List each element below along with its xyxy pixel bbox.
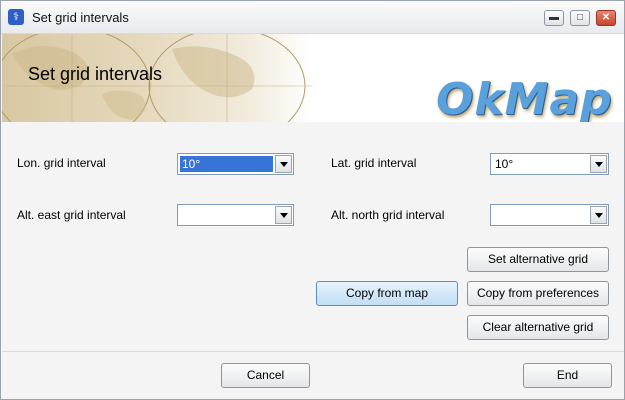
lon-grid-interval-combo[interactable]: 10° [177, 153, 294, 175]
dialog-window: ⚕ Set grid intervals ▬ □ ✕ Set grid inte… [0, 0, 625, 400]
alt-east-grid-interval-value[interactable] [180, 207, 273, 223]
alt-east-grid-interval-label: Alt. east grid interval [17, 208, 126, 222]
copy-from-preferences-button[interactable]: Copy from preferences [467, 281, 609, 306]
close-icon: ✕ [601, 12, 611, 23]
lat-grid-interval-combo[interactable]: 10° [490, 153, 609, 175]
alt-north-grid-interval-value[interactable] [493, 207, 588, 223]
lat-grid-interval-label: Lat. grid interval [331, 156, 417, 170]
close-button[interactable]: ✕ [596, 10, 616, 26]
alt-north-grid-interval-combo[interactable] [490, 204, 609, 226]
minimize-icon: ▬ [549, 12, 559, 23]
cancel-button[interactable]: Cancel [221, 363, 310, 388]
banner-title: Set grid intervals [28, 64, 163, 84]
chevron-down-icon[interactable] [275, 206, 292, 224]
lat-grid-interval-value[interactable]: 10° [493, 156, 588, 172]
maximize-icon: □ [576, 12, 584, 23]
chevron-down-icon[interactable] [590, 206, 607, 224]
minimize-button[interactable]: ▬ [544, 10, 564, 26]
footer-divider [2, 351, 624, 352]
okmap-logo: OkMap [436, 74, 613, 122]
set-alternative-grid-button[interactable]: Set alternative grid [467, 247, 609, 272]
lon-grid-interval-label: Lon. grid interval [17, 156, 106, 170]
title-bar[interactable]: ⚕ Set grid intervals ▬ □ ✕ [1, 1, 624, 34]
clear-alternative-grid-button[interactable]: Clear alternative grid [467, 315, 609, 340]
lon-grid-interval-value[interactable]: 10° [180, 156, 273, 172]
copy-from-map-button[interactable]: Copy from map [316, 281, 458, 306]
chevron-down-icon[interactable] [275, 155, 292, 173]
app-icon[interactable]: ⚕ [8, 9, 24, 25]
chevron-down-icon[interactable] [590, 155, 607, 173]
window-title: Set grid intervals [32, 10, 129, 25]
maximize-button[interactable]: □ [570, 10, 590, 26]
alt-north-grid-interval-label: Alt. north grid interval [331, 208, 445, 222]
alt-east-grid-interval-combo[interactable] [177, 204, 294, 226]
end-button[interactable]: End [523, 363, 612, 388]
header-banner: Set grid intervals OkMap [2, 34, 624, 122]
